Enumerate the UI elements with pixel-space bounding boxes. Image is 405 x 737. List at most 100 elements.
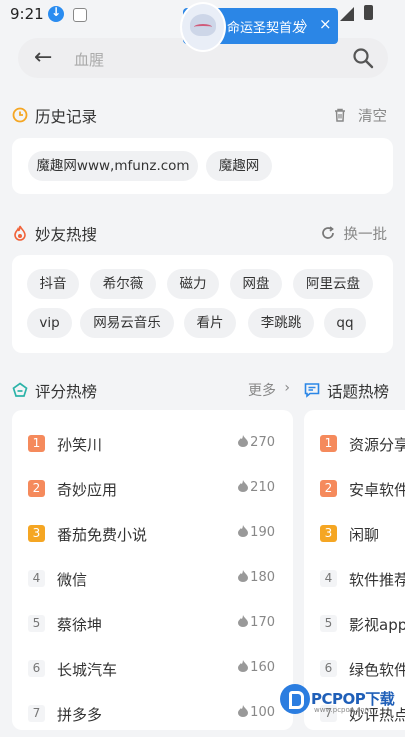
refresh-button[interactable]: 换一批 [344, 223, 388, 244]
rank-badge: 3 [320, 525, 337, 542]
rank-hot: 170 [238, 615, 275, 630]
rank-hot-value: 180 [250, 570, 275, 585]
rank-badge: 2 [28, 480, 45, 497]
hot-search-chip[interactable]: 阿里云盘 [293, 269, 373, 299]
rank-hot-value: 100 [250, 705, 275, 720]
rank-hot-value: 190 [250, 525, 275, 540]
site-watermark: PCPOP下载 www.pcpop.com [280, 682, 405, 720]
signal-icon [340, 7, 354, 21]
rank-row[interactable]: 1 孙笑川 270 [12, 423, 293, 467]
topic-row[interactable]: 5 影视app [304, 603, 405, 647]
trash-icon[interactable] [333, 108, 347, 122]
topic-row[interactable]: 4 软件推荐 [304, 558, 405, 602]
rank-row[interactable]: 6 长城汽车 160 [12, 648, 293, 692]
hot-search-chip[interactable]: 网易云音乐 [80, 308, 174, 338]
topic-name: 影视app [349, 616, 405, 634]
hot-search-chip[interactable]: 李跳跳 [248, 308, 314, 338]
rank-hot-value: 170 [250, 615, 275, 630]
rating-title: 评分热榜 [35, 383, 98, 401]
hot-search-chip[interactable]: qq [324, 308, 366, 338]
rank-badge: 5 [28, 615, 45, 632]
flame-icon [238, 705, 249, 717]
flame-icon [238, 480, 249, 492]
history-chip[interactable]: 魔趣网www,mfunz.com [28, 151, 198, 181]
topic-row[interactable]: 2 安卓软件 [304, 468, 405, 512]
more-button[interactable]: 更多 [248, 380, 276, 400]
hot-search-chip[interactable]: 磁力 [167, 269, 219, 299]
rank-row[interactable]: 2 奇妙应用 210 [12, 468, 293, 512]
refresh-icon[interactable] [321, 226, 335, 240]
rank-badge: 2 [320, 480, 337, 497]
hot-search-chip[interactable]: 抖音 [27, 269, 79, 299]
rank-hot: 270 [238, 435, 275, 450]
download-icon [48, 5, 64, 22]
watermark-url: www.pcpop.com [314, 706, 372, 714]
rank-row[interactable]: 3 番茄免费小说 190 [12, 513, 293, 557]
rank-hot-value: 210 [250, 480, 275, 495]
back-arrow-icon[interactable]: ← [34, 46, 52, 70]
rank-name: 孙笑川 [57, 436, 103, 454]
hot-search-chip[interactable]: 希尔薇 [90, 269, 156, 299]
search-input[interactable]: 血腥 [74, 49, 104, 70]
flame-icon [238, 570, 249, 582]
rank-badge: 3 [28, 525, 45, 542]
hot-search-chip[interactable]: 看片 [184, 308, 236, 338]
chat-icon [304, 383, 320, 398]
history-title: 历史记录 [35, 108, 98, 126]
flame-icon [238, 435, 249, 447]
history-chip[interactable]: 魔趣网 [206, 151, 272, 181]
rank-name: 拼多多 [57, 706, 103, 724]
rank-hot: 210 [238, 480, 275, 495]
topic-name: 闲聊 [349, 526, 380, 544]
history-card: 魔趣网www,mfunz.com 魔趣网 [12, 138, 393, 194]
rank-name: 蔡徐坤 [57, 616, 103, 634]
rank-badge: 4 [28, 570, 45, 587]
clock-icon [12, 107, 28, 123]
hot-search-chip[interactable]: vip [27, 308, 72, 338]
rank-badge: 4 [320, 570, 337, 587]
rank-row[interactable]: 5 蔡徐坤 170 [12, 603, 293, 647]
rating-list: 1 孙笑川 270 2 奇妙应用 210 3 番茄免费小说 190 4 微信 1… [12, 410, 293, 730]
rank-badge: 1 [320, 435, 337, 452]
rank-hot: 190 [238, 525, 275, 540]
rank-badge: 6 [320, 660, 337, 677]
hot-search-header: 妙友热搜 换一批 [12, 222, 393, 246]
topic-name: 安卓软件 [349, 481, 405, 499]
rank-name: 奇妙应用 [57, 481, 118, 499]
hot-search-card: 抖音 希尔薇 磁力 网盘 阿里云盘 vip 网易云音乐 看片 李跳跳 qq [12, 255, 393, 353]
topic-name: 软件推荐 [349, 571, 405, 589]
history-header: 历史记录 清空 [12, 104, 393, 128]
rank-hot-value: 270 [250, 435, 275, 450]
clear-history-button[interactable]: 清空 [358, 105, 387, 126]
rank-hot: 180 [238, 570, 275, 585]
topic-name: 绿色软件 [349, 661, 405, 679]
rank-row[interactable]: 4 微信 180 [12, 558, 293, 602]
rank-hot: 160 [238, 660, 275, 675]
topic-row[interactable]: 3 闲聊 [304, 513, 405, 557]
topics-title: 话题热榜 [327, 383, 390, 401]
shield-icon [73, 8, 87, 22]
rank-badge: 1 [28, 435, 45, 452]
rank-name: 长城汽车 [57, 661, 118, 679]
flame-icon [238, 660, 249, 672]
watermark-logo-icon [280, 684, 310, 714]
rank-hot: 100 [238, 705, 275, 720]
chevron-right-icon[interactable]: › [284, 380, 290, 396]
rank-row[interactable]: 7 拼多多 100 [12, 693, 293, 737]
hot-search-chip[interactable]: 网盘 [230, 269, 282, 299]
topics-header: 话题热榜 [304, 379, 405, 403]
character-avatar [180, 2, 226, 52]
notification-text: 命运圣契首发 [227, 21, 306, 36]
rating-header: 评分热榜 更多 › [12, 379, 294, 403]
rank-badge: 5 [320, 615, 337, 632]
rank-name: 番茄免费小说 [57, 526, 148, 544]
pentagon-icon [12, 382, 28, 397]
close-icon[interactable]: × [319, 15, 332, 33]
rank-badge: 6 [28, 660, 45, 677]
notification-banner[interactable]: 命运圣契首发 〉 × [180, 2, 338, 52]
search-icon[interactable] [352, 47, 374, 69]
rank-hot-value: 160 [250, 660, 275, 675]
topic-row[interactable]: 1 资源分享 [304, 423, 405, 467]
rank-name: 微信 [57, 571, 88, 589]
battery-icon [364, 5, 373, 20]
